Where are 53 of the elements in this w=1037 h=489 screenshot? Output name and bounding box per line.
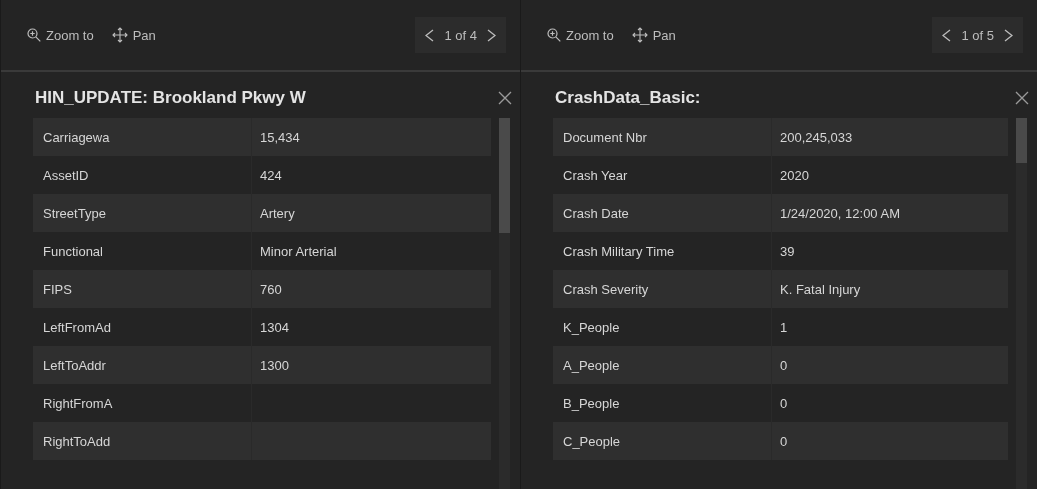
field-name: RightFromA — [42, 394, 114, 413]
close-button[interactable] — [1015, 91, 1029, 105]
field-name: Document Nbr — [562, 128, 648, 147]
field-name: A_People — [562, 356, 621, 375]
field-name: Crash Year — [562, 166, 629, 185]
pan-button[interactable]: Pan — [631, 27, 676, 43]
field-name: K_People — [562, 318, 621, 337]
zoom-in-icon — [27, 28, 41, 42]
scrollbar[interactable] — [499, 118, 510, 489]
page-count: 1 of 5 — [961, 27, 994, 43]
field-name: Crash Date — [562, 204, 630, 223]
field-value: 760 — [251, 270, 491, 308]
field-name: AssetID — [42, 166, 90, 185]
zoom-in-icon — [547, 28, 561, 42]
zoom-to-button[interactable]: Zoom to — [27, 27, 94, 43]
previous-button[interactable] — [425, 28, 435, 42]
field-name: B_People — [562, 394, 621, 413]
field-value: 1300 — [251, 346, 491, 384]
next-button[interactable] — [1004, 28, 1013, 42]
close-icon — [498, 91, 512, 105]
field-value: 1/24/2020, 12:00 AM — [771, 194, 1008, 232]
popup-title: CrashData_Basic: — [555, 88, 702, 108]
field-name: C_People — [562, 432, 622, 451]
field-value: 0 — [771, 422, 1008, 460]
field-name: FIPS — [42, 280, 73, 299]
field-name: LeftFromAd — [42, 318, 112, 337]
field-value: 0 — [771, 346, 1008, 384]
previous-button[interactable] — [942, 28, 952, 42]
scrollbar[interactable] — [1016, 118, 1027, 489]
popup-title: HIN_UPDATE: Brookland Pkwy W — [35, 88, 307, 108]
field-name: StreetType — [42, 204, 107, 223]
previous-icon — [942, 28, 952, 42]
pan-button[interactable]: Pan — [111, 27, 156, 43]
next-button[interactable] — [487, 28, 496, 42]
field-name: Crash Severity — [562, 280, 650, 299]
field-name: Carriagewa — [42, 128, 111, 147]
zoom-to-button[interactable]: Zoom to — [547, 27, 614, 43]
next-icon — [487, 28, 496, 42]
field-name: Crash Military Time — [562, 242, 676, 261]
move-arrows-icon — [631, 27, 648, 43]
close-icon — [1015, 91, 1029, 105]
field-value: Artery — [251, 194, 491, 232]
close-button[interactable] — [498, 91, 512, 105]
page-count: 1 of 4 — [444, 27, 477, 43]
field-value: 15,434 — [251, 118, 491, 156]
field-name: LeftToAddr — [42, 356, 107, 375]
move-arrows-icon — [111, 27, 128, 43]
field-name: RightToAdd — [42, 432, 112, 451]
field-value: K. Fatal Injury — [771, 270, 1008, 308]
field-value: 200,245,033 — [771, 118, 1008, 156]
next-icon — [1004, 28, 1013, 42]
previous-icon — [425, 28, 435, 42]
field-name: Functional — [42, 242, 104, 261]
